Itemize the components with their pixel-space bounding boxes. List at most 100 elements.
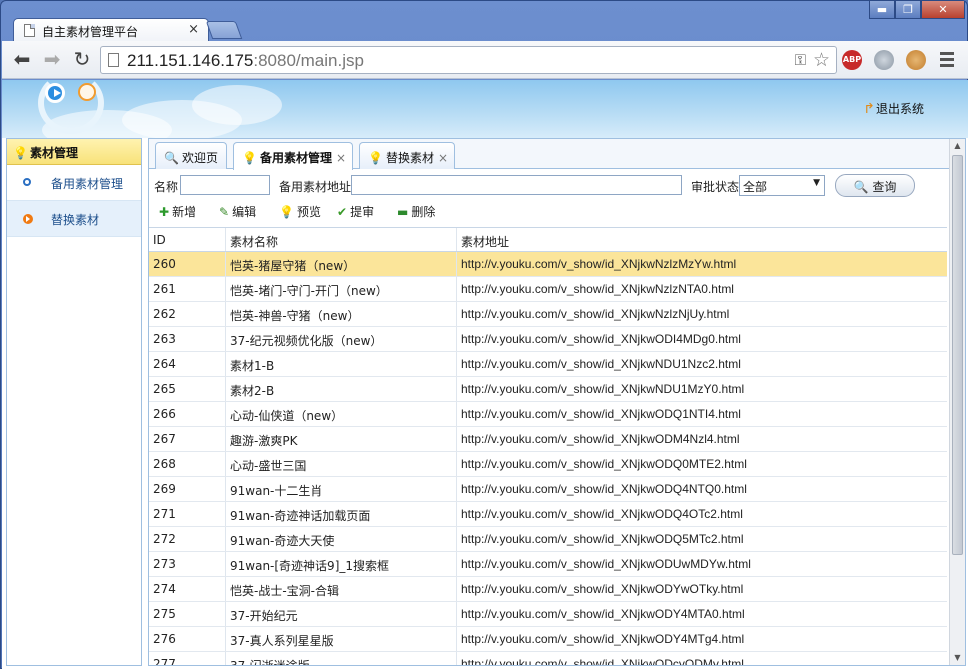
- scroll-up-icon[interactable]: ▲: [950, 139, 965, 153]
- tab-label: 备用素材管理: [259, 151, 332, 165]
- logout-link[interactable]: ↱退出系统: [863, 100, 924, 117]
- cell-address: http://v.youku.com/v_show/id_XNjkwODUwMD…: [456, 552, 947, 576]
- sidebar-header[interactable]: 💡 素材管理: [7, 139, 141, 165]
- cell-address: http://v.youku.com/v_show/id_XNjkwODM4Nz…: [456, 427, 947, 451]
- browser-tab-title: 自主素材管理平台: [42, 25, 139, 39]
- cell-address: http://v.youku.com/v_show/id_XNjkwNDU1Mz…: [456, 377, 947, 401]
- header-banner: ↱退出系统: [2, 80, 968, 138]
- cell-address: http://v.youku.com/v_show/id_XNjkwODQ0MT…: [456, 452, 947, 476]
- tab-label: 欢迎页: [181, 151, 218, 165]
- table-row[interactable]: 264 素材1-B http://v.youku.com/v_show/id_XNj…: [149, 352, 947, 377]
- adblock-icon[interactable]: ABP: [842, 50, 862, 70]
- table-row[interactable]: 263 37-纪元视频优化版（new） http://v.youku.com/v_s…: [149, 327, 947, 352]
- bulb-icon: 💡: [279, 205, 294, 219]
- logout-arrow-icon: ↱: [863, 101, 875, 117]
- table-row[interactable]: 272 91wan-奇迹大天使 http://v.youku.com/v_show/…: [149, 527, 947, 552]
- main-panel: 🔍 欢迎页 💡 备用素材管理 × 💡 替换素材 × 名称 备用素材地址 审批状态 全部 ▼: [148, 138, 966, 666]
- scroll-down-icon[interactable]: ▼: [950, 651, 965, 665]
- new-tab-button[interactable]: [205, 21, 243, 39]
- smile-logo-icon: [78, 83, 96, 101]
- bookmark-star-icon[interactable]: ☆: [813, 49, 830, 71]
- close-tab-icon[interactable]: ×: [438, 151, 448, 165]
- table-row[interactable]: 268 心动-盛世三国 http://v.youku.com/v_show/id_X…: [149, 452, 947, 477]
- cell-name: 恺英-神兽-守猪（new）: [225, 302, 456, 326]
- material-table: ID 素材名称 素材地址 260 恺英-猪屋守猪（new） http://v.you…: [149, 227, 947, 665]
- tab-replace-material[interactable]: 💡 替换素材 ×: [359, 142, 455, 169]
- table-row[interactable]: 266 心动-仙侠道（new） http://v.youku.com/v_show/…: [149, 402, 947, 427]
- submit-review-button[interactable]: ✔ 提审: [337, 203, 374, 220]
- table-row[interactable]: 274 恺英-战士-宝洞-合辑 http://v.youku.com/v_show/…: [149, 577, 947, 602]
- edit-label: 编辑: [232, 205, 257, 219]
- cell-name: 37-开始纪元: [225, 602, 456, 626]
- table-row[interactable]: 276 37-真人系列星星版 http://v.youku.com/v_show/i…: [149, 627, 947, 652]
- tab-backup-material[interactable]: 💡 备用素材管理 ×: [233, 142, 353, 170]
- cell-address: http://v.youku.com/v_show/id_XNjkwNzlzMz…: [456, 252, 947, 276]
- cell-id: 268: [153, 457, 176, 471]
- page-tabbar: 🔍 欢迎页 💡 备用素材管理 × 💡 替换素材 ×: [149, 139, 949, 170]
- column-header-id[interactable]: ID: [149, 228, 225, 251]
- cell-id: 267: [153, 432, 176, 446]
- name-label: 名称: [154, 180, 179, 194]
- browser-tab[interactable]: 自主素材管理平台 ×: [13, 18, 209, 42]
- column-header-name[interactable]: 素材名称: [225, 228, 456, 251]
- cell-address: http://v.youku.com/v_show/id_XNjkwODQ4OT…: [456, 502, 947, 526]
- address-label: 备用素材地址: [279, 180, 352, 194]
- name-input[interactable]: [180, 175, 270, 195]
- column-header-address[interactable]: 素材地址: [456, 228, 947, 251]
- delete-label: 删除: [411, 205, 436, 219]
- minimize-button[interactable]: ▬: [869, 1, 895, 19]
- table-row[interactable]: 265 素材2-B http://v.youku.com/v_show/id_XNj…: [149, 377, 947, 402]
- cell-name: 素材1-B: [225, 352, 456, 376]
- sidebar-item-label: 备用素材管理: [51, 177, 124, 191]
- bulb-icon: 💡: [368, 151, 383, 165]
- close-tab-icon[interactable]: ×: [188, 22, 199, 37]
- table-row[interactable]: 277 37-闪逝迷途版 http://v.youku.com/v_show/id_…: [149, 652, 947, 665]
- table-row[interactable]: 271 91wan-奇迹神话加载页面 http://v.youku.com/v_sh…: [149, 502, 947, 527]
- query-button[interactable]: 🔍 查询: [835, 174, 915, 197]
- cell-name: 恺英-猪屋守猪（new）: [225, 252, 456, 276]
- address-input[interactable]: [351, 175, 682, 195]
- cell-name: 恺英-堵门-守门-开门（new）: [225, 277, 456, 301]
- cell-id: 276: [153, 632, 176, 646]
- forward-icon[interactable]: ➡: [40, 48, 64, 72]
- table-row[interactable]: 275 37-开始纪元 http://v.youku.com/v_show/id_X…: [149, 602, 947, 627]
- scroll-thumb[interactable]: [952, 155, 963, 555]
- sidebar-item-replace-material[interactable]: 替换素材: [7, 201, 141, 237]
- cell-name: 心动-盛世三国: [225, 452, 456, 476]
- sidebar-item-backup-material[interactable]: 备用素材管理: [7, 165, 141, 201]
- table-row[interactable]: 260 恺英-猪屋守猪（new） http://v.youku.com/v_show…: [149, 252, 947, 277]
- search-icon: 🔍: [853, 180, 869, 194]
- reload-icon[interactable]: ↻: [70, 48, 94, 72]
- table-row[interactable]: 269 91wan-十二生肖 http://v.youku.com/v_show/i…: [149, 477, 947, 502]
- cell-name: 91wan-奇迹神话加载页面: [225, 502, 456, 526]
- table-row[interactable]: 262 恺英-神兽-守猪（new） http://v.youku.com/v_sho…: [149, 302, 947, 327]
- maximize-button[interactable]: ❐: [895, 1, 921, 19]
- query-label: 查询: [872, 180, 897, 194]
- cell-name: 91wan-十二生肖: [225, 477, 456, 501]
- table-row[interactable]: 267 趣游-激爽PK http://v.youku.com/v_show/id_X…: [149, 427, 947, 452]
- url-host: 211.151.146.175: [127, 51, 254, 70]
- table-row[interactable]: 261 恺英-堵门-守门-开门（new） http://v.youku.com/v_…: [149, 277, 947, 302]
- tab-welcome[interactable]: 🔍 欢迎页: [155, 142, 227, 169]
- delete-button[interactable]: ▬ 删除: [397, 203, 435, 220]
- cookie-icon[interactable]: [906, 50, 926, 70]
- close-tab-icon[interactable]: ×: [336, 151, 346, 165]
- globe-icon[interactable]: [874, 50, 894, 70]
- cell-id: 261: [153, 282, 176, 296]
- back-icon[interactable]: ⬅: [10, 48, 34, 72]
- window-close-button[interactable]: ✕: [921, 1, 965, 19]
- address-bar[interactable]: 211.151.146.175:8080/main.jsp ⚿ ☆: [100, 46, 837, 74]
- edit-button[interactable]: ✎ 编辑: [219, 203, 256, 220]
- menu-icon[interactable]: [940, 52, 954, 70]
- key-icon[interactable]: ⚿: [795, 51, 806, 69]
- logout-label: 退出系统: [875, 102, 924, 116]
- tab-label: 替换素材: [385, 151, 434, 165]
- cell-address: http://v.youku.com/v_show/id_XNjkwODY4MT…: [456, 627, 947, 651]
- minus-icon: ▬: [397, 205, 409, 219]
- status-select[interactable]: 全部 ▼: [739, 175, 825, 196]
- add-button[interactable]: ✚ 新增: [159, 203, 196, 220]
- table-body: 260 恺英-猪屋守猪（new） http://v.youku.com/v_show…: [149, 252, 947, 665]
- preview-button[interactable]: 💡 预览: [279, 203, 321, 220]
- vertical-scrollbar[interactable]: ▲ ▼: [949, 139, 965, 665]
- table-row[interactable]: 273 91wan-[奇迹神话9]_1搜索框 http://v.youku.com/…: [149, 552, 947, 577]
